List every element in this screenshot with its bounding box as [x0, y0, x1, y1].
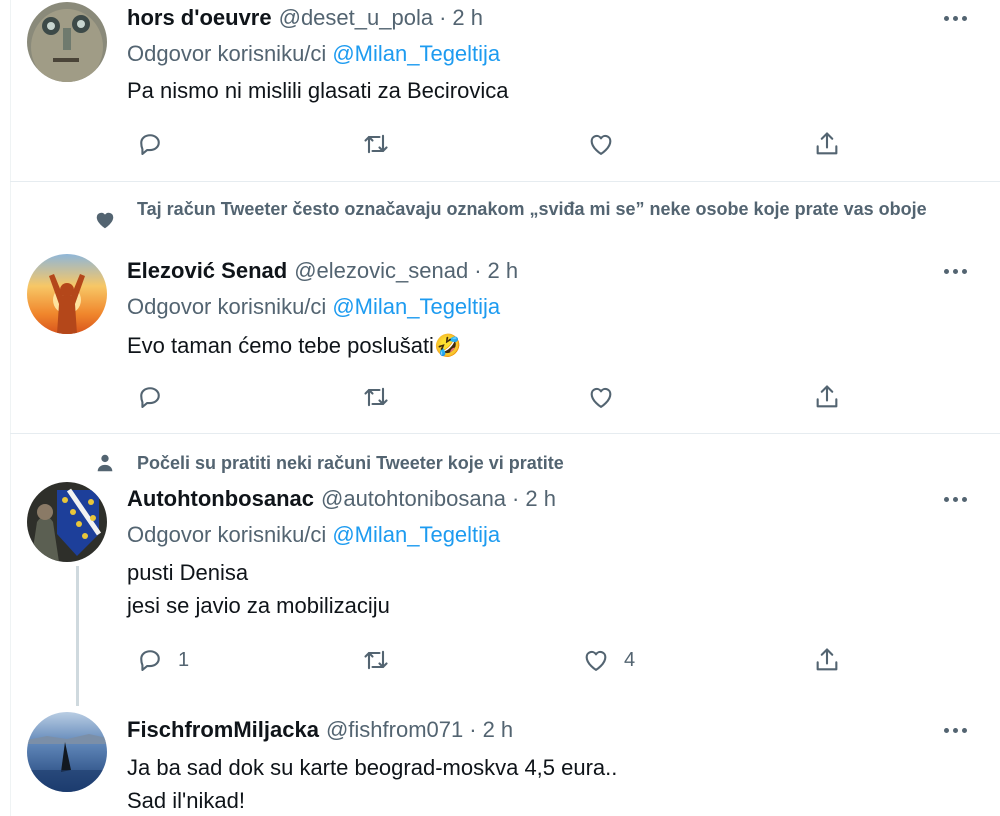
- mention-link[interactable]: @Milan_Tegeltija: [332, 41, 500, 66]
- mention-link[interactable]: @Milan_Tegeltija: [332, 522, 500, 547]
- retweet-button[interactable]: [362, 379, 390, 415]
- reply-count: 1: [178, 648, 190, 671]
- tweet-text-line: Sad il'nikad!: [127, 788, 245, 813]
- social-context[interactable]: Počeli su pratiti neki računi Tweeter ko…: [137, 450, 977, 476]
- retweet-icon: [364, 134, 388, 154]
- timestamp[interactable]: 2 h: [452, 5, 483, 31]
- heart-outline-icon: [590, 387, 612, 408]
- share-icon: [816, 648, 838, 671]
- share-icon: [816, 132, 838, 155]
- tweet-text-line: Evo taman ćemo tebe poslušati🤣: [127, 333, 462, 358]
- avatar[interactable]: [27, 254, 107, 334]
- reply-button[interactable]: [136, 126, 178, 162]
- user-handle[interactable]: @elezovic_senad: [294, 258, 468, 284]
- reply-prefix: Odgovor korisniku/ci: [127, 41, 327, 66]
- share-icon: [816, 385, 838, 408]
- user-handle[interactable]: @autohtonibosana: [321, 486, 506, 512]
- retweet-button[interactable]: [362, 642, 390, 678]
- reply-button[interactable]: 1: [136, 642, 189, 678]
- tweet-divider: [10, 433, 1000, 434]
- display-name[interactable]: Autohtonbosanac: [127, 486, 314, 512]
- separator-dot: ·: [474, 258, 482, 283]
- avatar[interactable]: [27, 2, 107, 82]
- reply-icon: [140, 650, 160, 671]
- tweet-header: Autohtonbosanac @autohtonibosana · 2 h: [127, 484, 556, 514]
- more-dots-icon: [943, 15, 949, 21]
- more-options-button[interactable]: [935, 715, 975, 745]
- separator-dot: ·: [469, 717, 477, 742]
- person-icon: [92, 450, 118, 476]
- timestamp[interactable]: 2 h: [525, 486, 556, 512]
- tweet-header: FischfromMiljacka @fishfrom071 · 2 h: [127, 715, 513, 745]
- reply-icon: [140, 387, 160, 408]
- like-button[interactable]: [587, 126, 629, 162]
- avatar[interactable]: [27, 482, 107, 562]
- more-options-button[interactable]: [935, 484, 975, 514]
- like-count: 4: [624, 648, 636, 671]
- retweet-button[interactable]: [362, 126, 390, 162]
- timestamp[interactable]: 2 h: [488, 258, 519, 284]
- heart-outline-icon: [590, 134, 612, 155]
- reply-context: Odgovor korisniku/ci @Milan_Tegeltija: [127, 522, 500, 548]
- avatar[interactable]: [27, 712, 107, 792]
- retweet-icon: [364, 387, 388, 407]
- tweet-header: hors d'oeuvre @deset_u_pola · 2 h: [127, 3, 483, 33]
- share-button[interactable]: [813, 126, 841, 162]
- mention-link[interactable]: @Milan_Tegeltija: [332, 294, 500, 319]
- reply-icon: [140, 134, 160, 155]
- tweet-header: Elezović Senad @elezovic_senad · 2 h: [127, 256, 518, 286]
- display-name[interactable]: hors d'oeuvre: [127, 5, 272, 31]
- timestamp[interactable]: 2 h: [483, 717, 514, 743]
- reply-context: Odgovor korisniku/ci @Milan_Tegeltija: [127, 41, 500, 67]
- reply-context: Odgovor korisniku/ci @Milan_Tegeltija: [127, 294, 500, 320]
- tweet-text-line: Pa nismo ni mislili glasati za Becirovic…: [127, 78, 509, 103]
- user-handle[interactable]: @deset_u_pola: [279, 5, 433, 31]
- share-button[interactable]: [813, 642, 841, 678]
- reply-button[interactable]: [136, 379, 178, 415]
- like-button[interactable]: [587, 379, 629, 415]
- heart-icon: [92, 207, 118, 233]
- tweet-divider: [10, 181, 1000, 182]
- user-handle[interactable]: @fishfrom071: [326, 717, 463, 743]
- tweet-text: Ja ba sad dok su karte beograd-moskva 4,…: [127, 751, 617, 816]
- social-context[interactable]: Taj račun Tweeter često označavaju oznak…: [137, 196, 977, 222]
- thread-line: [76, 566, 79, 706]
- separator-dot: ·: [512, 486, 520, 511]
- reply-prefix: Odgovor korisniku/ci: [127, 522, 327, 547]
- more-options-button[interactable]: [935, 256, 975, 286]
- tweet-text-line: jesi se javio za mobilizaciju: [127, 593, 390, 618]
- separator-dot: ·: [439, 5, 447, 30]
- more-dots-icon: [943, 496, 949, 502]
- display-name[interactable]: FischfromMiljacka: [127, 717, 319, 743]
- more-options-button[interactable]: [935, 3, 975, 33]
- like-button[interactable]: 4: [582, 642, 635, 678]
- display-name[interactable]: Elezović Senad: [127, 258, 287, 284]
- tweet-text: Evo taman ćemo tebe poslušati🤣: [127, 329, 461, 362]
- tweet-text-line: Ja ba sad dok su karte beograd-moskva 4,…: [127, 755, 618, 780]
- reply-prefix: Odgovor korisniku/ci: [127, 294, 327, 319]
- retweet-icon: [364, 650, 388, 670]
- more-dots-icon: [943, 268, 949, 274]
- heart-outline-icon: [585, 650, 607, 671]
- tweet-text: pusti Denisa jesi se javio za mobilizaci…: [127, 556, 390, 622]
- more-dots-icon: [943, 727, 949, 733]
- tweet-text: Pa nismo ni mislili glasati za Becirovic…: [127, 74, 508, 107]
- tweet-text-line: pusti Denisa: [127, 560, 249, 585]
- share-button[interactable]: [813, 379, 841, 415]
